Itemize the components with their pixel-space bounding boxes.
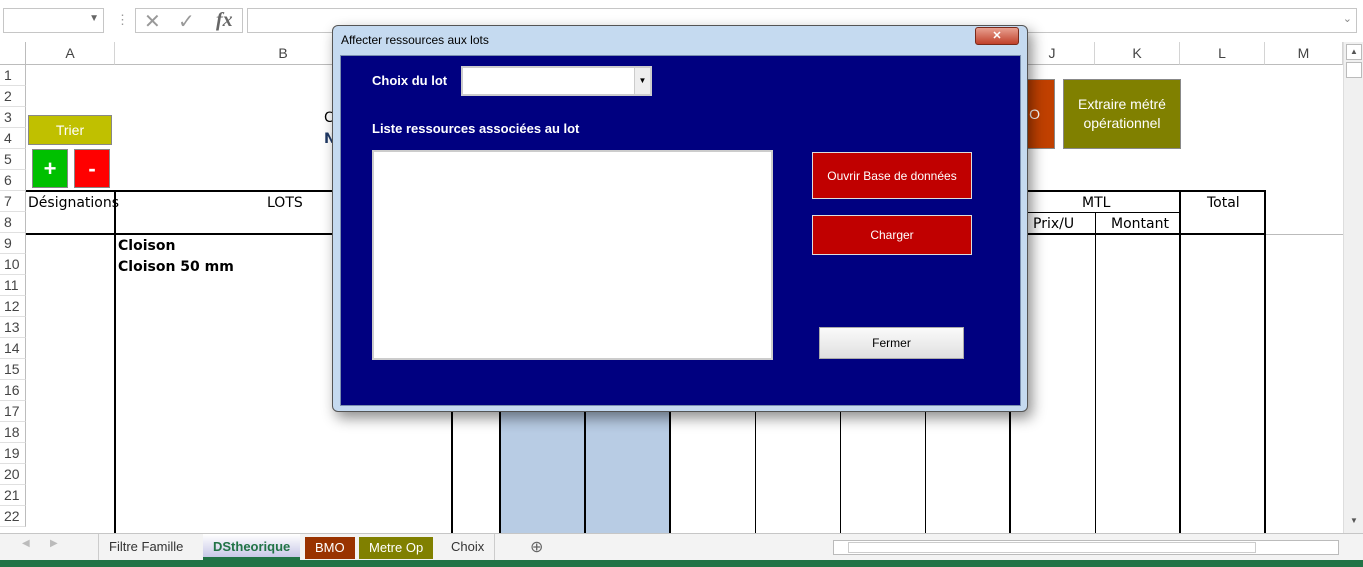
row-header[interactable]: 12 [0,296,26,317]
lots-header: LOTS [267,195,303,211]
formula-buttons: ✕ ✓ fx [135,8,243,33]
col-border [1264,235,1266,533]
more-icon: ⋮ [116,12,129,27]
row-header[interactable]: 15 [0,359,26,380]
status-bar [0,560,1363,567]
row-header[interactable]: 21 [0,485,26,506]
col-border [1264,190,1266,235]
remove-button[interactable]: - [74,149,110,188]
col-border [114,190,116,533]
col-header-m[interactable]: M [1265,42,1343,65]
row-header[interactable]: 20 [0,464,26,485]
name-box[interactable]: ▼ [3,8,104,33]
dialog-affecter-ressources: Affecter ressources aux lots ✕ Choix du … [332,25,1028,412]
scroll-up-icon[interactable]: ▲ [1346,44,1362,60]
col-border [1179,190,1181,533]
row-header[interactable]: 6 [0,170,26,191]
row-header[interactable]: 2 [0,86,26,107]
tab-filtre-famille[interactable]: Filtre Famille [98,534,193,560]
choix-lot-select[interactable]: ▼ [461,66,652,96]
row-header[interactable]: 4 [0,128,26,149]
total-header: Total [1207,195,1240,211]
row-header[interactable]: 8 [0,212,26,233]
mtl-header: MTL [1082,195,1111,211]
tab-dstheorique[interactable]: DStheorique [203,534,301,560]
montant-header: Montant [1111,216,1169,232]
row-header[interactable]: 3 [0,107,26,128]
cell-cloison[interactable]: Cloison [118,238,175,254]
cell-cloison-50[interactable]: Cloison 50 mm [118,259,234,275]
expand-icon[interactable]: ⌄ [1343,12,1352,25]
scroll-thumb[interactable] [1346,62,1362,78]
row-header[interactable]: 10 [0,254,26,275]
x-icon[interactable]: ✕ [144,9,161,34]
add-button[interactable]: + [32,149,68,188]
liste-ressources-label: Liste ressources associées au lot [372,121,580,136]
row-header[interactable]: 13 [0,317,26,338]
check-icon[interactable]: ✓ [178,9,195,34]
dialog-title: Affecter ressources aux lots [341,33,489,47]
extraire-metre-button[interactable]: Extraire métré opérationnel [1063,79,1181,149]
dialog-body: Choix du lot ▼ Liste ressources associée… [340,55,1021,406]
gridline [1266,234,1344,235]
add-sheet-icon[interactable]: ⊕ [530,537,543,557]
col-header-a[interactable]: A [26,42,115,65]
fermer-button[interactable]: Fermer [819,327,964,359]
prix-u-header: Prix/U [1033,216,1075,232]
charger-button[interactable]: Charger [812,215,972,255]
row-header[interactable]: 9 [0,233,26,254]
row-header[interactable]: 19 [0,443,26,464]
col-header-l[interactable]: L [1180,42,1265,65]
choix-lot-label: Choix du lot [372,73,448,88]
fx-icon[interactable]: fx [216,9,233,32]
sheet-tabs: ◀ ▶ Filtre Famille DStheorique BMO Metre… [0,533,1363,560]
row-header[interactable]: 22 [0,506,26,527]
chevron-down-icon[interactable]: ▼ [89,13,99,24]
row-header[interactable]: 14 [0,338,26,359]
row-header[interactable]: 1 [0,65,26,86]
close-icon[interactable]: ✕ [975,27,1019,45]
tab-bmo[interactable]: BMO [305,537,355,559]
tab-next-icon[interactable]: ▶ [50,538,58,549]
row-header[interactable]: 17 [0,401,26,422]
trier-button[interactable]: Trier [28,115,112,145]
chevron-down-icon[interactable]: ▼ [634,68,650,94]
ouvrir-base-button[interactable]: Ouvrir Base de données [812,152,972,199]
col-border [1095,212,1096,533]
col-header-k[interactable]: K [1095,42,1180,65]
row-header[interactable]: 7 [0,191,26,212]
horizontal-scrollbar[interactable] [833,540,1339,555]
tab-prev-icon[interactable]: ◀ [22,538,30,549]
row-header[interactable]: 18 [0,422,26,443]
vertical-scrollbar[interactable]: ▲ ▼ [1343,42,1363,533]
scroll-down-icon[interactable]: ▼ [1346,516,1362,530]
row-header[interactable]: 16 [0,380,26,401]
h-scroll-thumb[interactable] [848,542,1256,553]
designations-header: Désignations [28,195,120,211]
row-header[interactable]: 5 [0,149,26,170]
row-header[interactable]: 11 [0,275,26,296]
tab-metre-op[interactable]: Metre Op [359,537,434,559]
ressources-listbox[interactable] [372,150,773,360]
tab-choix[interactable]: Choix [441,534,496,560]
select-all[interactable] [0,42,26,65]
